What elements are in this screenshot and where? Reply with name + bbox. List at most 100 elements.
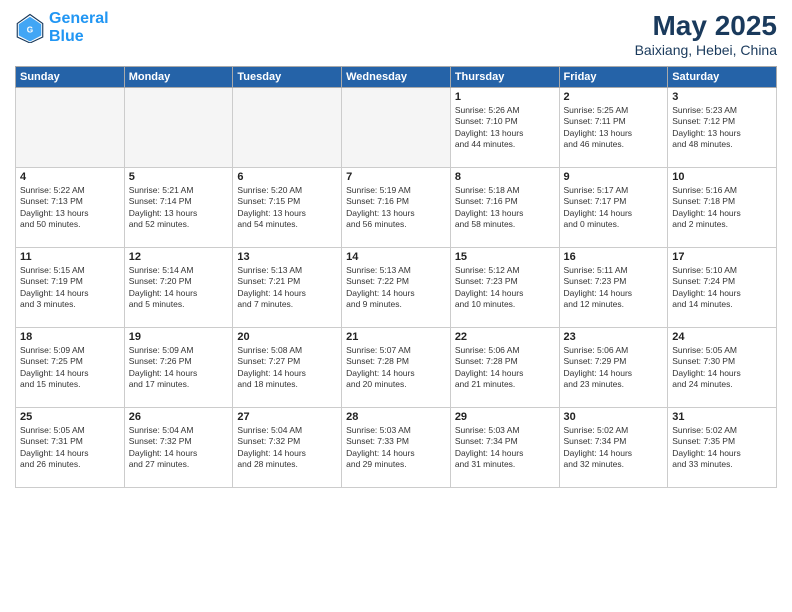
logo-text: General Blue — [49, 10, 109, 45]
calendar-cell-2-2: 13Sunrise: 5:13 AMSunset: 7:21 PMDayligh… — [233, 248, 342, 328]
calendar-cell-4-3: 28 Sunrise: 5:03 AMSunset: 7:33 PMDayligh… — [342, 408, 451, 488]
calendar-cell-2-0: 11 Sunrise: 5:15 AMSunset: 7:19 PMDayligh… — [16, 248, 125, 328]
calendar-cell-0-3 — [342, 88, 451, 168]
day-info: Sunrise: 5:12 AMSunset: 7:23 PMDaylight:… — [455, 265, 555, 311]
day-number: 9 — [564, 171, 664, 183]
day-info: Sunrise: 5:05 AMSunset: 7:30 PMDaylight:… — [672, 345, 772, 391]
week-row-4: 18Sunrise: 5:09 AMSunset: 7:25 PMDayligh… — [16, 328, 777, 408]
day-number: 23 — [564, 331, 664, 343]
day-info: Sunrise: 5:09 AMSunset: 7:26 PMDaylight:… — [129, 345, 229, 391]
day-number: 28 — [346, 411, 446, 423]
day-info: Sunrise: 5:05 AMSunset: 7:31 PMDaylight:… — [20, 425, 120, 471]
day-info: Sunrise: 5:06 AMSunset: 7:28 PMDaylight:… — [455, 345, 555, 391]
header: G General Blue May 2025 Baixiang, Hebei,… — [15, 10, 777, 58]
day-number: 8 — [455, 171, 555, 183]
day-number: 22 — [455, 331, 555, 343]
day-number: 29 — [455, 411, 555, 423]
day-info: Sunrise: 5:03 AMSunset: 7:34 PMDaylight:… — [455, 425, 555, 471]
weekday-header-row: Sunday Monday Tuesday Wednesday Thursday… — [16, 67, 777, 88]
calendar-cell-3-0: 18Sunrise: 5:09 AMSunset: 7:25 PMDayligh… — [16, 328, 125, 408]
day-info: Sunrise: 5:17 AMSunset: 7:17 PMDaylight:… — [564, 185, 664, 231]
calendar-cell-3-3: 21Sunrise: 5:07 AMSunset: 7:28 PMDayligh… — [342, 328, 451, 408]
header-saturday: Saturday — [668, 67, 777, 88]
calendar-cell-3-4: 22 Sunrise: 5:06 AMSunset: 7:28 PMDayligh… — [450, 328, 559, 408]
week-row-3: 11 Sunrise: 5:15 AMSunset: 7:19 PMDayligh… — [16, 248, 777, 328]
calendar-cell-0-2 — [233, 88, 342, 168]
day-number: 5 — [129, 171, 229, 183]
day-info: Sunrise: 5:02 AMSunset: 7:35 PMDaylight:… — [672, 425, 772, 471]
day-number: 12 — [129, 251, 229, 263]
calendar-cell-0-5: 2 Sunrise: 5:25 AMSunset: 7:11 PMDaylight… — [559, 88, 668, 168]
day-number: 25 — [20, 411, 120, 423]
calendar-cell-4-4: 29 Sunrise: 5:03 AMSunset: 7:34 PMDayligh… — [450, 408, 559, 488]
calendar-cell-4-2: 27Sunrise: 5:04 AMSunset: 7:32 PMDayligh… — [233, 408, 342, 488]
header-friday: Friday — [559, 67, 668, 88]
calendar-cell-1-3: 7Sunrise: 5:19 AMSunset: 7:16 PMDaylight… — [342, 168, 451, 248]
day-number: 21 — [346, 331, 446, 343]
day-info: Sunrise: 5:13 AMSunset: 7:21 PMDaylight:… — [237, 265, 337, 311]
calendar-cell-2-5: 16 Sunrise: 5:11 AMSunset: 7:23 PMDayligh… — [559, 248, 668, 328]
calendar-cell-3-6: 24Sunrise: 5:05 AMSunset: 7:30 PMDayligh… — [668, 328, 777, 408]
calendar-cell-2-6: 17Sunrise: 5:10 AMSunset: 7:24 PMDayligh… — [668, 248, 777, 328]
day-number: 19 — [129, 331, 229, 343]
day-info: Sunrise: 5:21 AMSunset: 7:14 PMDaylight:… — [129, 185, 229, 231]
day-number: 11 — [20, 251, 120, 263]
header-tuesday: Tuesday — [233, 67, 342, 88]
calendar-cell-1-0: 4 Sunrise: 5:22 AMSunset: 7:13 PMDaylight… — [16, 168, 125, 248]
day-info: Sunrise: 5:10 AMSunset: 7:24 PMDaylight:… — [672, 265, 772, 311]
day-number: 1 — [455, 91, 555, 103]
day-info: Sunrise: 5:26 AMSunset: 7:10 PMDaylight:… — [455, 105, 555, 151]
calendar-cell-1-2: 6 Sunrise: 5:20 AMSunset: 7:15 PMDaylight… — [233, 168, 342, 248]
day-info: Sunrise: 5:18 AMSunset: 7:16 PMDaylight:… — [455, 185, 555, 231]
day-info: Sunrise: 5:20 AMSunset: 7:15 PMDaylight:… — [237, 185, 337, 231]
week-row-1: 1 Sunrise: 5:26 AMSunset: 7:10 PMDaylight… — [16, 88, 777, 168]
calendar-cell-0-0 — [16, 88, 125, 168]
calendar-cell-0-4: 1 Sunrise: 5:26 AMSunset: 7:10 PMDaylight… — [450, 88, 559, 168]
day-number: 3 — [672, 91, 772, 103]
calendar-cell-1-4: 8 Sunrise: 5:18 AMSunset: 7:16 PMDaylight… — [450, 168, 559, 248]
logo: G General Blue — [15, 10, 109, 45]
logo-icon: G — [15, 13, 45, 43]
calendar-cell-2-3: 14Sunrise: 5:13 AMSunset: 7:22 PMDayligh… — [342, 248, 451, 328]
day-number: 15 — [455, 251, 555, 263]
calendar-cell-4-1: 26 Sunrise: 5:04 AMSunset: 7:32 PMDayligh… — [124, 408, 233, 488]
calendar-cell-3-5: 23Sunrise: 5:06 AMSunset: 7:29 PMDayligh… — [559, 328, 668, 408]
day-number: 31 — [672, 411, 772, 423]
calendar-cell-4-0: 25 Sunrise: 5:05 AMSunset: 7:31 PMDayligh… — [16, 408, 125, 488]
calendar-title: May 2025 — [635, 10, 777, 42]
day-info: Sunrise: 5:11 AMSunset: 7:23 PMDaylight:… — [564, 265, 664, 311]
day-info: Sunrise: 5:04 AMSunset: 7:32 PMDaylight:… — [129, 425, 229, 471]
day-info: Sunrise: 5:03 AMSunset: 7:33 PMDaylight:… — [346, 425, 446, 471]
day-info: Sunrise: 5:08 AMSunset: 7:27 PMDaylight:… — [237, 345, 337, 391]
calendar-subtitle: Baixiang, Hebei, China — [635, 42, 777, 58]
day-number: 2 — [564, 91, 664, 103]
day-number: 30 — [564, 411, 664, 423]
day-info: Sunrise: 5:23 AMSunset: 7:12 PMDaylight:… — [672, 105, 772, 151]
calendar-cell-4-6: 31 Sunrise: 5:02 AMSunset: 7:35 PMDayligh… — [668, 408, 777, 488]
calendar-cell-3-2: 20Sunrise: 5:08 AMSunset: 7:27 PMDayligh… — [233, 328, 342, 408]
day-info: Sunrise: 5:14 AMSunset: 7:20 PMDaylight:… — [129, 265, 229, 311]
day-info: Sunrise: 5:04 AMSunset: 7:32 PMDaylight:… — [237, 425, 337, 471]
day-number: 6 — [237, 171, 337, 183]
calendar-cell-2-4: 15 Sunrise: 5:12 AMSunset: 7:23 PMDayligh… — [450, 248, 559, 328]
title-block: May 2025 Baixiang, Hebei, China — [635, 10, 777, 58]
day-number: 16 — [564, 251, 664, 263]
day-number: 18 — [20, 331, 120, 343]
day-info: Sunrise: 5:15 AMSunset: 7:19 PMDaylight:… — [20, 265, 120, 311]
page: G General Blue May 2025 Baixiang, Hebei,… — [0, 0, 792, 612]
calendar-cell-1-1: 5 Sunrise: 5:21 AMSunset: 7:14 PMDaylight… — [124, 168, 233, 248]
calendar-cell-1-6: 10Sunrise: 5:16 AMSunset: 7:18 PMDayligh… — [668, 168, 777, 248]
header-thursday: Thursday — [450, 67, 559, 88]
calendar-table: Sunday Monday Tuesday Wednesday Thursday… — [15, 66, 777, 488]
day-info: Sunrise: 5:13 AMSunset: 7:22 PMDaylight:… — [346, 265, 446, 311]
day-number: 26 — [129, 411, 229, 423]
week-row-5: 25 Sunrise: 5:05 AMSunset: 7:31 PMDayligh… — [16, 408, 777, 488]
calendar-cell-0-6: 3 Sunrise: 5:23 AMSunset: 7:12 PMDaylight… — [668, 88, 777, 168]
day-info: Sunrise: 5:22 AMSunset: 7:13 PMDaylight:… — [20, 185, 120, 231]
day-number: 4 — [20, 171, 120, 183]
header-sunday: Sunday — [16, 67, 125, 88]
day-info: Sunrise: 5:02 AMSunset: 7:34 PMDaylight:… — [564, 425, 664, 471]
header-wednesday: Wednesday — [342, 67, 451, 88]
header-monday: Monday — [124, 67, 233, 88]
day-info: Sunrise: 5:25 AMSunset: 7:11 PMDaylight:… — [564, 105, 664, 151]
